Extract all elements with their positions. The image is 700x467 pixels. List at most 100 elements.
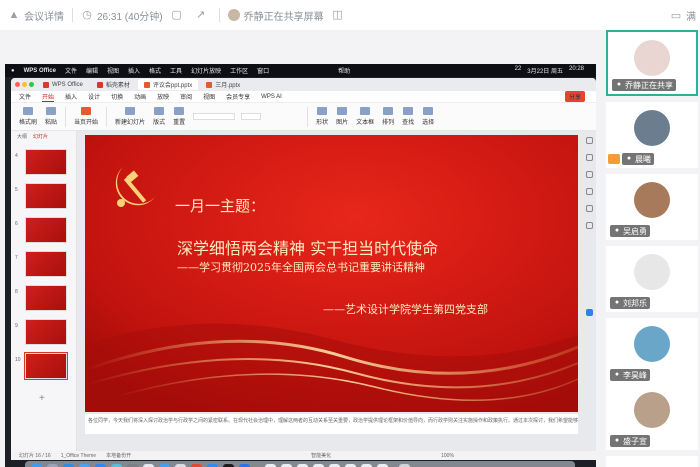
tab-march[interactable]: 三月.pptx (200, 79, 246, 90)
font-size-select[interactable] (241, 113, 262, 120)
smart-beautify-button[interactable]: 智能美化 (311, 452, 331, 459)
participant-tile[interactable]: ● 晨曦 (606, 102, 698, 168)
menu-insert[interactable]: 插入 (65, 92, 77, 101)
menubar-item[interactable]: 窗口 (257, 66, 269, 75)
close-window-icon[interactable] (15, 82, 20, 87)
menu-member[interactable]: 会员专享 (226, 92, 250, 101)
zoom-level[interactable]: 100% (441, 453, 454, 459)
copy-button[interactable]: ▢ (171, 9, 187, 21)
slide-thumbnail[interactable] (25, 149, 67, 175)
participant-tile[interactable]: ● 吴启勇 (606, 174, 698, 240)
menubar-item[interactable]: 工作区 (230, 66, 248, 75)
wps-app-icon[interactable] (191, 463, 202, 467)
recent-doc-icon[interactable] (281, 463, 292, 467)
tab-outline[interactable]: 大纲 (17, 133, 27, 140)
reset-button[interactable]: 重置 (173, 107, 185, 126)
shape-button[interactable]: 形状 (316, 107, 328, 126)
add-slide-button[interactable]: + (39, 393, 45, 404)
menu-view[interactable]: 视图 (203, 92, 215, 101)
app-store-icon[interactable] (95, 463, 106, 467)
slide-thumbnail-selected[interactable] (24, 352, 68, 380)
zoom-window-icon[interactable] (29, 82, 34, 87)
menubar-item[interactable]: 帮助 (338, 66, 350, 75)
help-icon[interactable] (585, 222, 593, 229)
font-family-select[interactable] (193, 113, 236, 120)
paste-button[interactable]: 粘贴 (45, 107, 57, 126)
slide-thumbnail[interactable] (25, 217, 67, 243)
qq-icon[interactable] (223, 463, 234, 467)
recent-doc-icon[interactable] (345, 463, 356, 467)
slide-thumbnail[interactable] (25, 285, 67, 311)
shape-tool-icon[interactable] (585, 171, 593, 178)
cloud-icon[interactable] (585, 309, 593, 316)
recent-doc-icon[interactable] (297, 463, 308, 467)
backup-status[interactable]: 本地备份开 (106, 452, 131, 459)
properties-icon[interactable] (585, 137, 593, 144)
cloud-app-icon[interactable] (159, 463, 170, 467)
history-icon[interactable] (585, 205, 593, 212)
tab-wps-office[interactable]: WPS Office (37, 79, 89, 90)
menu-file[interactable]: 文件 (19, 92, 31, 101)
recent-doc-icon[interactable] (265, 463, 276, 467)
menubar-item[interactable]: 文件 (65, 66, 77, 75)
menubar-item[interactable]: 编辑 (86, 66, 98, 75)
safari-icon[interactable] (63, 463, 74, 467)
participant-tile[interactable]: ● 乔静正在共享 (606, 30, 698, 96)
recent-doc-icon[interactable] (361, 463, 372, 467)
menu-home[interactable]: 开始 (42, 92, 55, 102)
speaker-notes[interactable]: 各位同学，今天我们将深入探讨政治学与行政学之间的紧密联系。在现代社会治理中，理解… (85, 414, 578, 434)
screen-share-icon[interactable] (111, 463, 122, 467)
minimize-window-icon[interactable] (22, 82, 27, 87)
play-from-current-button[interactable]: 当页开始 (74, 107, 98, 126)
recent-doc-icon[interactable] (313, 463, 324, 467)
menubar-item[interactable]: 工具 (170, 66, 182, 75)
new-slide-button[interactable]: 新建幻灯片 (115, 107, 145, 126)
menubar-item[interactable]: 插入 (128, 66, 140, 75)
animation-icon[interactable] (585, 188, 593, 195)
share-button[interactable]: 分享 (564, 91, 585, 102)
launchpad-icon[interactable] (47, 463, 58, 467)
trash-icon[interactable] (399, 463, 410, 467)
tab-slides[interactable]: 幻灯片 (33, 133, 48, 140)
meeting-app-icon[interactable] (239, 463, 250, 467)
mail-icon[interactable] (79, 463, 90, 467)
current-slide[interactable]: 一月一主题： 深学细悟两会精神 实干担当时代使命 ——学习贯彻2025年全国两会… (85, 135, 578, 412)
dingtalk-icon[interactable] (207, 463, 218, 467)
chat-icon[interactable]: ▭ (670, 10, 682, 22)
recent-doc-icon[interactable] (329, 463, 340, 467)
view-toggle-button[interactable]: ◫ (332, 9, 348, 21)
menubar-item[interactable]: 格式 (149, 66, 161, 75)
tab-pingyihui[interactable]: 评议会ppt.pptx (137, 79, 199, 90)
slide-thumbnail[interactable] (25, 319, 67, 345)
menu-design[interactable]: 设计 (88, 92, 100, 101)
layout-button[interactable]: 版式 (153, 107, 165, 126)
participant-tile[interactable]: ● 李昊峰 (606, 318, 698, 384)
menubar-item[interactable]: 视图 (107, 66, 119, 75)
menubar-item[interactable]: 幻灯片放映 (191, 66, 221, 75)
slide-thumbnail[interactable] (25, 251, 67, 277)
menu-transition[interactable]: 切换 (111, 92, 123, 101)
textbox-button[interactable]: 文本框 (356, 107, 374, 126)
browser-icon[interactable] (143, 463, 154, 467)
popout-button[interactable]: ↗ (195, 9, 211, 21)
menu-slideshow[interactable]: 放映 (157, 92, 169, 101)
participant-tile[interactable] (606, 456, 698, 467)
menu-animation[interactable]: 动画 (134, 92, 146, 101)
find-button[interactable]: 查找 (402, 107, 414, 126)
menubar-item[interactable]: WPS Office (24, 68, 56, 74)
format-painter-button[interactable]: 格式刷 (19, 107, 37, 126)
arrange-button[interactable]: 排列 (382, 107, 394, 126)
meeting-details-button[interactable]: ▲ 会议详情 (8, 8, 64, 23)
notes-app-icon[interactable] (175, 463, 186, 467)
finder-icon[interactable] (31, 463, 42, 467)
recent-doc-icon[interactable] (377, 463, 388, 467)
tab-docer[interactable]: 稻壳素材 (91, 79, 136, 90)
participant-tile[interactable]: ● 刘邦乐 (606, 246, 698, 312)
star-icon[interactable] (585, 154, 593, 161)
menu-wps-ai[interactable]: WPS AI (261, 94, 282, 100)
slide-thumbnail[interactable] (25, 183, 67, 209)
settings-icon[interactable] (127, 463, 138, 467)
picture-button[interactable]: 图片 (336, 107, 348, 126)
select-button[interactable]: 选择 (422, 107, 434, 126)
menu-review[interactable]: 审阅 (180, 92, 192, 101)
